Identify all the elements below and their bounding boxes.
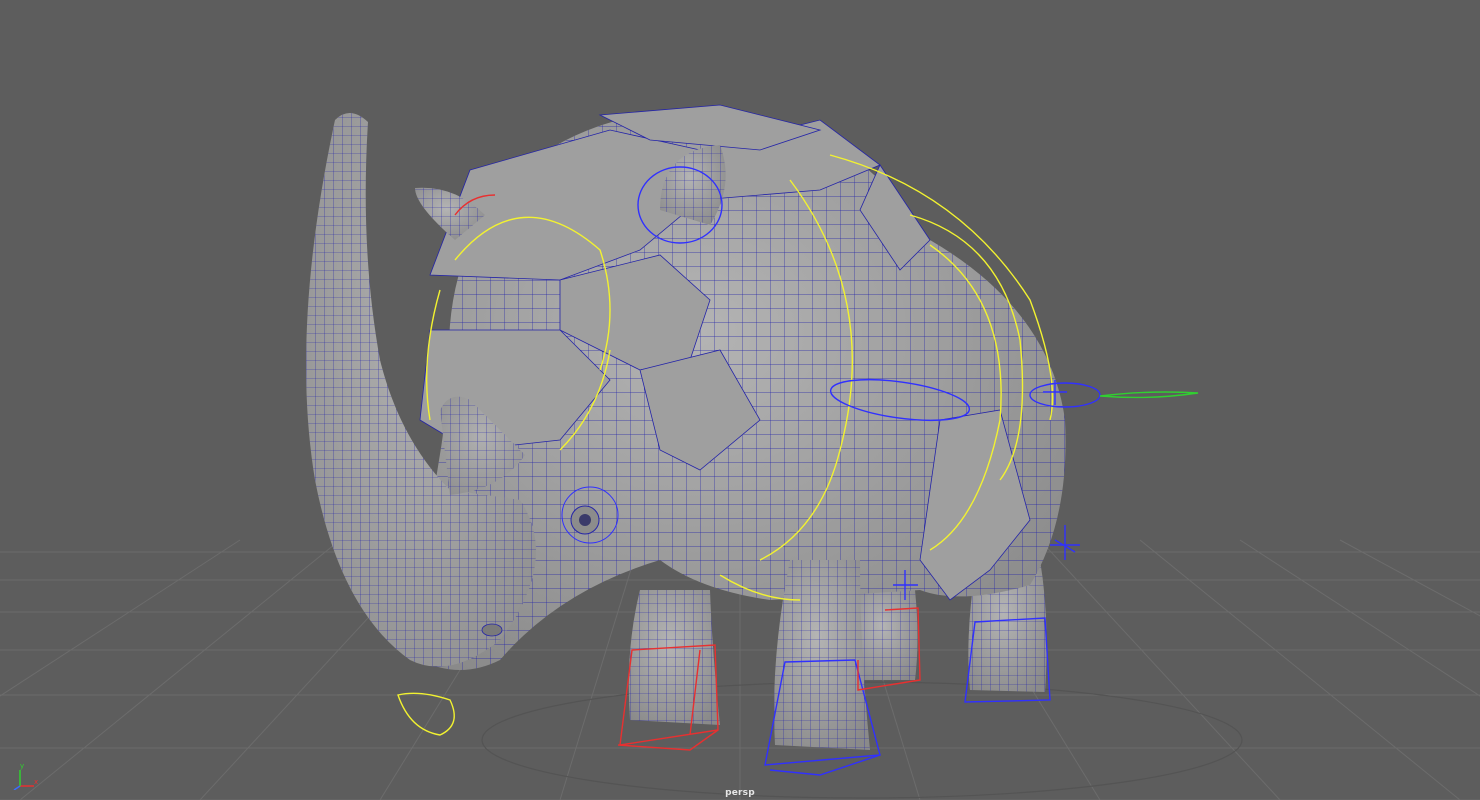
nostril — [481, 623, 503, 637]
viewport-3d[interactable]: y x persp — [0, 0, 1480, 800]
axis-gizmo-icon: y x — [13, 762, 38, 790]
jaw-control-curve — [397, 692, 455, 736]
camera-label: persp — [725, 788, 755, 798]
svg-text:y: y — [20, 762, 24, 770]
rhino-mesh — [306, 104, 1066, 750]
scene-canvas[interactable] — [0, 0, 1480, 800]
tail-control — [1099, 391, 1199, 399]
svg-text:x: x — [34, 778, 38, 786]
rear-pivot-cross — [1050, 525, 1080, 560]
